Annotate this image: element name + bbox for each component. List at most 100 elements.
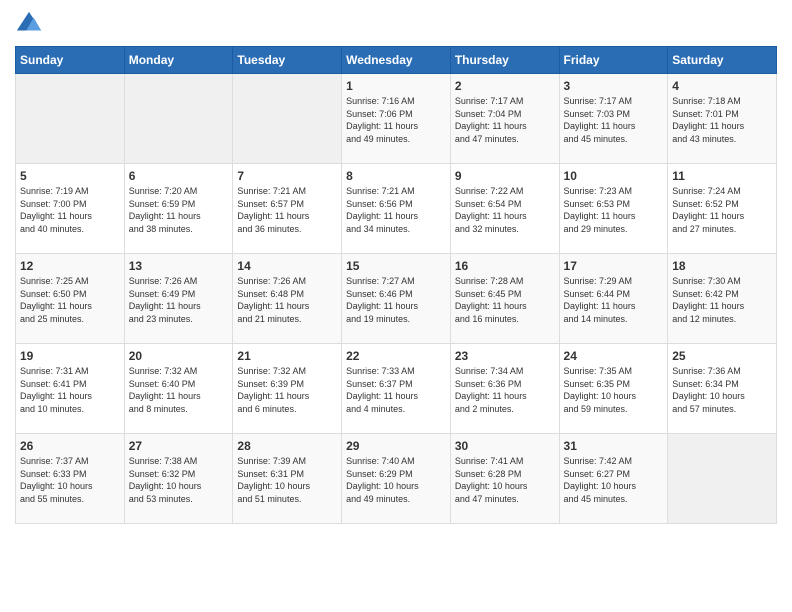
calendar-week-row: 12 Sunrise: 7:25 AM Sunset: 6:50 PM Dayli… [16, 254, 777, 344]
day-info: Sunrise: 7:26 AM Sunset: 6:49 PM Dayligh… [129, 275, 229, 325]
day-number: 18 [672, 259, 772, 273]
weekday-header: Tuesday [233, 47, 342, 74]
day-number: 11 [672, 169, 772, 183]
day-info: Sunrise: 7:25 AM Sunset: 6:50 PM Dayligh… [20, 275, 120, 325]
day-number: 30 [455, 439, 555, 453]
calendar-cell: 18 Sunrise: 7:30 AM Sunset: 6:42 PM Dayli… [668, 254, 777, 344]
calendar-cell: 7Sunrise: 7:21 AM Sunset: 6:57 PM Daylig… [233, 164, 342, 254]
day-info: Sunrise: 7:32 AM Sunset: 6:39 PM Dayligh… [237, 365, 337, 415]
day-number: 4 [672, 79, 772, 93]
day-info: Sunrise: 7:21 AM Sunset: 6:56 PM Dayligh… [346, 185, 446, 235]
day-number: 25 [672, 349, 772, 363]
calendar-cell: 22 Sunrise: 7:33 AM Sunset: 6:37 PM Dayli… [342, 344, 451, 434]
day-number: 19 [20, 349, 120, 363]
day-number: 3 [564, 79, 664, 93]
day-number: 10 [564, 169, 664, 183]
day-number: 2 [455, 79, 555, 93]
weekday-header: Saturday [668, 47, 777, 74]
day-number: 5 [20, 169, 120, 183]
day-info: Sunrise: 7:34 AM Sunset: 6:36 PM Dayligh… [455, 365, 555, 415]
day-number: 8 [346, 169, 446, 183]
calendar-cell: 11 Sunrise: 7:24 AM Sunset: 6:52 PM Dayli… [668, 164, 777, 254]
day-info: Sunrise: 7:24 AM Sunset: 6:52 PM Dayligh… [672, 185, 772, 235]
weekday-header: Thursday [450, 47, 559, 74]
day-info: Sunrise: 7:21 AM Sunset: 6:57 PM Dayligh… [237, 185, 337, 235]
calendar-cell: 14 Sunrise: 7:26 AM Sunset: 6:48 PM Dayli… [233, 254, 342, 344]
weekday-header-row: SundayMondayTuesdayWednesdayThursdayFrid… [16, 47, 777, 74]
day-number: 6 [129, 169, 229, 183]
calendar-cell: 21 Sunrise: 7:32 AM Sunset: 6:39 PM Dayli… [233, 344, 342, 434]
day-info: Sunrise: 7:32 AM Sunset: 6:40 PM Dayligh… [129, 365, 229, 415]
calendar-cell: 2 Sunrise: 7:17 AM Sunset: 7:04 PM Daylig… [450, 74, 559, 164]
logo-icon [15, 10, 43, 38]
weekday-header: Wednesday [342, 47, 451, 74]
calendar-cell: 8 Sunrise: 7:21 AM Sunset: 6:56 PM Daylig… [342, 164, 451, 254]
calendar-cell: 25 Sunrise: 7:36 AM Sunset: 6:34 PM Dayli… [668, 344, 777, 434]
day-info: Sunrise: 7:27 AM Sunset: 6:46 PM Dayligh… [346, 275, 446, 325]
day-info: Sunrise: 7:19 AM Sunset: 7:00 PM Dayligh… [20, 185, 120, 235]
calendar-cell: 23Sunrise: 7:34 AM Sunset: 6:36 PM Dayli… [450, 344, 559, 434]
day-number: 24 [564, 349, 664, 363]
calendar-cell: 6Sunrise: 7:20 AM Sunset: 6:59 PM Daylig… [124, 164, 233, 254]
calendar-cell: 3 Sunrise: 7:17 AM Sunset: 7:03 PM Daylig… [559, 74, 668, 164]
day-info: Sunrise: 7:33 AM Sunset: 6:37 PM Dayligh… [346, 365, 446, 415]
day-number: 20 [129, 349, 229, 363]
day-number: 31 [564, 439, 664, 453]
day-number: 1 [346, 79, 446, 93]
calendar-cell: 31 Sunrise: 7:42 AM Sunset: 6:27 PM Dayli… [559, 434, 668, 524]
day-info: Sunrise: 7:30 AM Sunset: 6:42 PM Dayligh… [672, 275, 772, 325]
calendar-cell [668, 434, 777, 524]
calendar-cell: 15 Sunrise: 7:27 AM Sunset: 6:46 PM Dayli… [342, 254, 451, 344]
calendar-week-row: 5 Sunrise: 7:19 AM Sunset: 7:00 PM Daylig… [16, 164, 777, 254]
day-info: Sunrise: 7:18 AM Sunset: 7:01 PM Dayligh… [672, 95, 772, 145]
weekday-header: Sunday [16, 47, 125, 74]
calendar-cell [124, 74, 233, 164]
day-number: 15 [346, 259, 446, 273]
day-info: Sunrise: 7:35 AM Sunset: 6:35 PM Dayligh… [564, 365, 664, 415]
day-number: 28 [237, 439, 337, 453]
calendar-cell: 1 Sunrise: 7:16 AM Sunset: 7:06 PM Daylig… [342, 74, 451, 164]
calendar-cell: 4 Sunrise: 7:18 AM Sunset: 7:01 PM Daylig… [668, 74, 777, 164]
day-info: Sunrise: 7:42 AM Sunset: 6:27 PM Dayligh… [564, 455, 664, 505]
calendar-cell: 28 Sunrise: 7:39 AM Sunset: 6:31 PM Dayli… [233, 434, 342, 524]
day-info: Sunrise: 7:41 AM Sunset: 6:28 PM Dayligh… [455, 455, 555, 505]
day-number: 14 [237, 259, 337, 273]
calendar-cell: 16Sunrise: 7:28 AM Sunset: 6:45 PM Dayli… [450, 254, 559, 344]
calendar-week-row: 19Sunrise: 7:31 AM Sunset: 6:41 PM Dayli… [16, 344, 777, 434]
calendar-cell [16, 74, 125, 164]
day-info: Sunrise: 7:16 AM Sunset: 7:06 PM Dayligh… [346, 95, 446, 145]
day-number: 17 [564, 259, 664, 273]
day-info: Sunrise: 7:38 AM Sunset: 6:32 PM Dayligh… [129, 455, 229, 505]
calendar-cell: 10 Sunrise: 7:23 AM Sunset: 6:53 PM Dayli… [559, 164, 668, 254]
day-number: 26 [20, 439, 120, 453]
day-number: 29 [346, 439, 446, 453]
calendar-cell: 24 Sunrise: 7:35 AM Sunset: 6:35 PM Dayli… [559, 344, 668, 434]
day-info: Sunrise: 7:39 AM Sunset: 6:31 PM Dayligh… [237, 455, 337, 505]
calendar-cell: 29 Sunrise: 7:40 AM Sunset: 6:29 PM Dayli… [342, 434, 451, 524]
calendar-cell: 9Sunrise: 7:22 AM Sunset: 6:54 PM Daylig… [450, 164, 559, 254]
day-info: Sunrise: 7:17 AM Sunset: 7:04 PM Dayligh… [455, 95, 555, 145]
calendar-cell [233, 74, 342, 164]
day-info: Sunrise: 7:29 AM Sunset: 6:44 PM Dayligh… [564, 275, 664, 325]
calendar-cell: 19Sunrise: 7:31 AM Sunset: 6:41 PM Dayli… [16, 344, 125, 434]
day-number: 27 [129, 439, 229, 453]
calendar-cell: 20 Sunrise: 7:32 AM Sunset: 6:40 PM Dayli… [124, 344, 233, 434]
day-number: 22 [346, 349, 446, 363]
calendar-week-row: 26Sunrise: 7:37 AM Sunset: 6:33 PM Dayli… [16, 434, 777, 524]
day-info: Sunrise: 7:22 AM Sunset: 6:54 PM Dayligh… [455, 185, 555, 235]
page-header [15, 10, 777, 38]
calendar-table: SundayMondayTuesdayWednesdayThursdayFrid… [15, 46, 777, 524]
calendar-cell: 27 Sunrise: 7:38 AM Sunset: 6:32 PM Dayli… [124, 434, 233, 524]
weekday-header: Monday [124, 47, 233, 74]
day-info: Sunrise: 7:36 AM Sunset: 6:34 PM Dayligh… [672, 365, 772, 415]
calendar-cell: 13 Sunrise: 7:26 AM Sunset: 6:49 PM Dayli… [124, 254, 233, 344]
day-info: Sunrise: 7:23 AM Sunset: 6:53 PM Dayligh… [564, 185, 664, 235]
day-number: 13 [129, 259, 229, 273]
day-info: Sunrise: 7:17 AM Sunset: 7:03 PM Dayligh… [564, 95, 664, 145]
day-info: Sunrise: 7:40 AM Sunset: 6:29 PM Dayligh… [346, 455, 446, 505]
day-info: Sunrise: 7:26 AM Sunset: 6:48 PM Dayligh… [237, 275, 337, 325]
day-number: 12 [20, 259, 120, 273]
calendar-cell: 30 Sunrise: 7:41 AM Sunset: 6:28 PM Dayli… [450, 434, 559, 524]
day-number: 16 [455, 259, 555, 273]
day-number: 21 [237, 349, 337, 363]
